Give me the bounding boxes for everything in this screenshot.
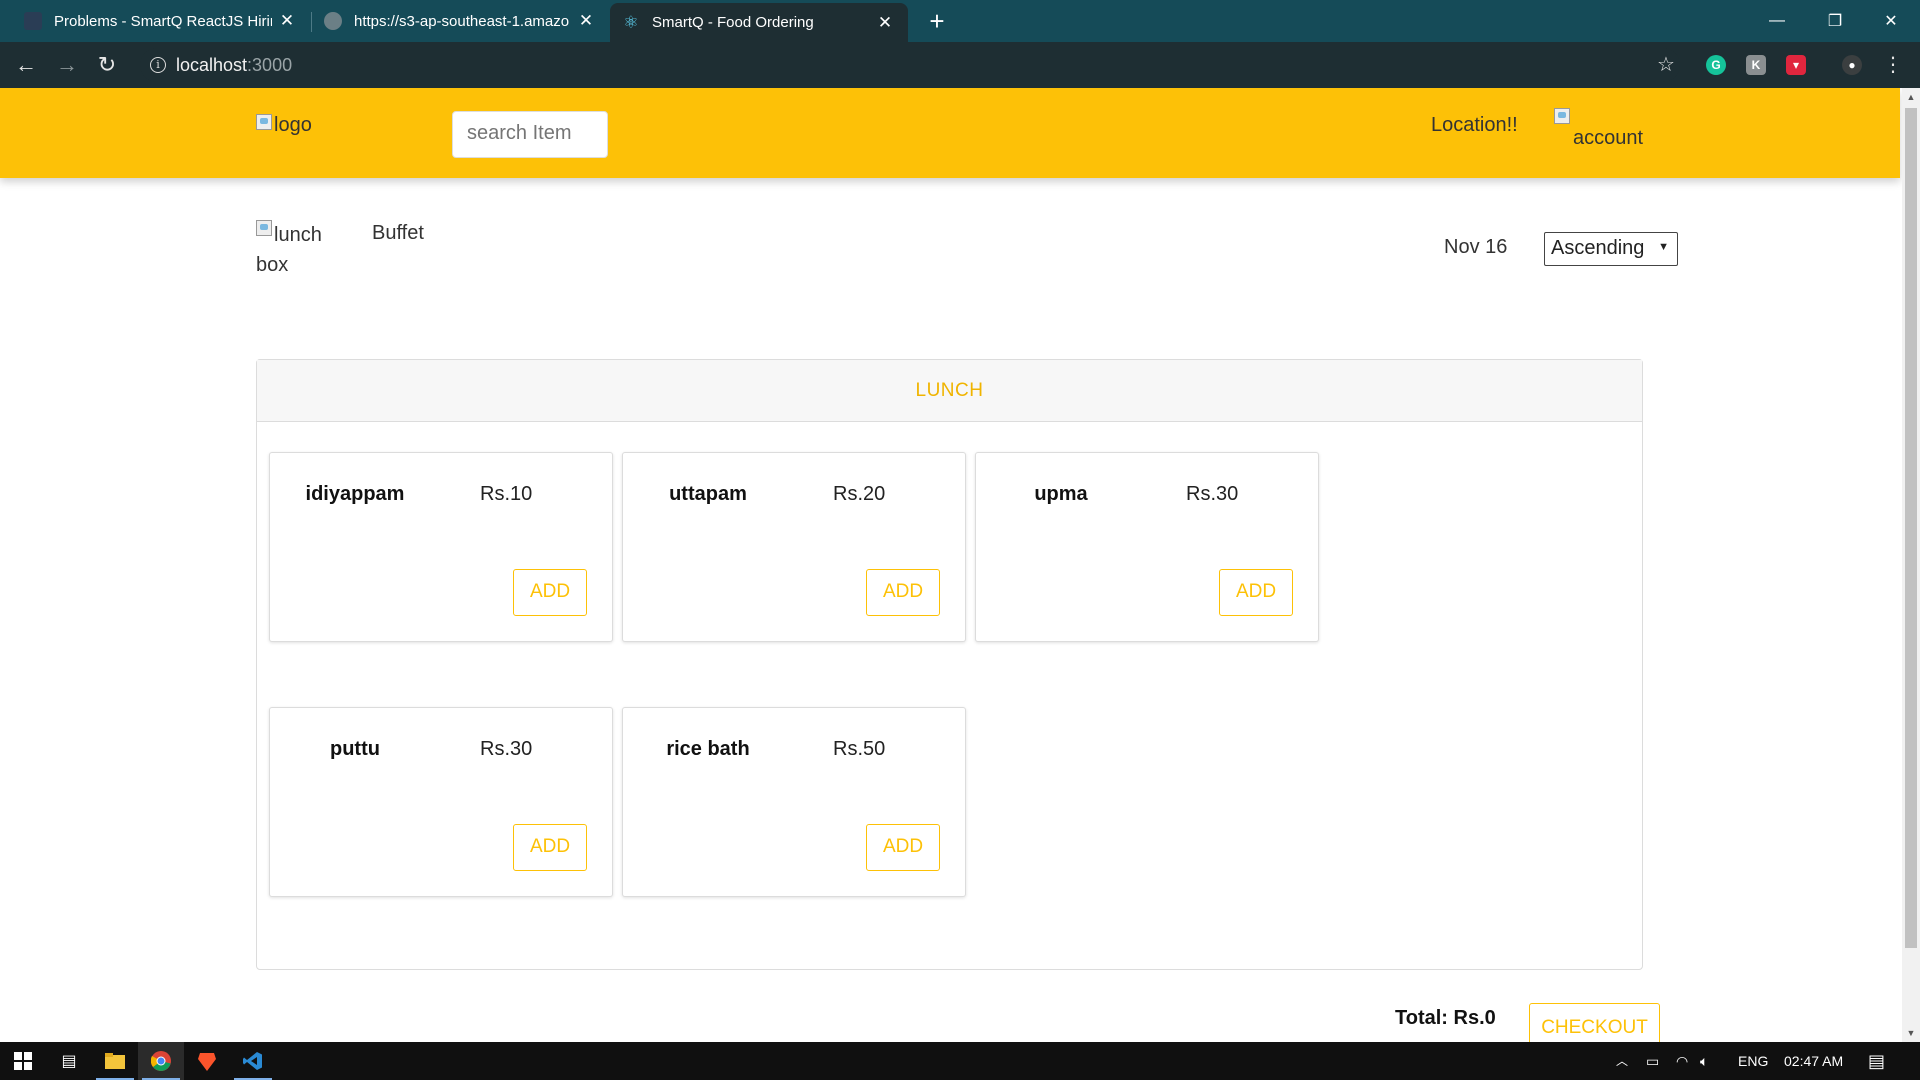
battery-icon[interactable]: ▭ xyxy=(1646,1042,1659,1080)
react-icon: ⚛ xyxy=(623,12,639,32)
food-item-card: rice bath Rs.50 ADD xyxy=(622,707,966,897)
file-explorer-icon[interactable] xyxy=(92,1042,138,1080)
scroll-thumb[interactable] xyxy=(1905,108,1917,948)
item-price: Rs.10 xyxy=(480,483,533,505)
tab-s3[interactable]: https://s3-ap-southeast-1.amazo ✕ xyxy=(312,0,609,42)
food-item-card: idiyappam Rs.10 ADD xyxy=(269,452,613,642)
logo[interactable]: logo xyxy=(256,114,312,137)
vscode-icon[interactable] xyxy=(230,1042,276,1080)
url-port: :3000 xyxy=(247,54,293,75)
menu-section: LUNCH idiyappam Rs.10 ADD uttapam Rs.20 … xyxy=(256,359,1643,970)
broken-image-icon xyxy=(1554,108,1570,124)
reload-icon[interactable]: ↻ xyxy=(91,49,123,81)
food-item-card: upma Rs.30 ADD xyxy=(975,452,1319,642)
wifi-icon[interactable]: ◠ xyxy=(1676,1042,1688,1080)
menu-section-title: LUNCH xyxy=(257,360,1642,422)
account-avatar[interactable]: account xyxy=(1554,108,1674,150)
item-name: rice bath xyxy=(666,738,750,760)
dropdown-arrow-icon: ▼ xyxy=(1658,241,1669,253)
add-button[interactable]: ADD xyxy=(513,569,587,616)
notifications-icon[interactable]: ▤ xyxy=(1868,1042,1885,1080)
profile-icon[interactable]: ● xyxy=(1842,55,1862,75)
windows-taskbar: ▤ ︿ ▭ ◠ 🔈︎ ENG 02:47 AM ▤ xyxy=(0,1042,1920,1080)
checkout-button[interactable]: CHECKOUT xyxy=(1529,1003,1660,1042)
tab-title: https://s3-ap-southeast-1.amazo xyxy=(354,12,570,30)
info-icon[interactable]: i xyxy=(150,57,166,73)
language-indicator[interactable]: ENG xyxy=(1738,1042,1768,1080)
tab-title: SmartQ - Food Ordering xyxy=(652,14,814,31)
restore-button[interactable]: ❐ xyxy=(1806,0,1864,42)
hackerearth-icon xyxy=(24,12,42,30)
task-view-icon[interactable]: ▤ xyxy=(46,1042,92,1080)
lunch-box-image: lunch box xyxy=(256,220,346,280)
date-label: Nov 16 xyxy=(1444,236,1508,258)
url-host: localhost xyxy=(176,54,248,75)
search-input[interactable]: search Item xyxy=(452,111,608,158)
browser-tabstrip: Problems - SmartQ ReactJS Hirin ✕ https:… xyxy=(0,0,1920,42)
minimize-button[interactable]: — xyxy=(1748,0,1806,42)
item-name: puttu xyxy=(330,738,380,760)
add-button[interactable]: ADD xyxy=(866,569,940,616)
new-tab-button[interactable]: + xyxy=(922,6,952,36)
account-alt-text: account xyxy=(1573,127,1644,149)
grammarly-icon[interactable]: G xyxy=(1706,55,1726,75)
item-price: Rs.50 xyxy=(833,738,886,760)
tab-smartq[interactable]: ⚛ SmartQ - Food Ordering ✕ xyxy=(610,3,908,42)
bookmark-star-icon[interactable]: ☆ xyxy=(1650,49,1682,81)
sort-order-select[interactable]: Ascending ▼ xyxy=(1544,232,1678,266)
scroll-up-arrow-icon[interactable]: ▲ xyxy=(1902,88,1920,106)
cart-total: Total: Rs.0 xyxy=(1395,1007,1496,1029)
food-item-card: puttu Rs.30 ADD xyxy=(269,707,613,897)
clock[interactable]: 02:47 AM xyxy=(1784,1042,1843,1080)
pocket-icon[interactable]: ▾ xyxy=(1786,55,1806,75)
extension-icon[interactable]: K xyxy=(1746,55,1766,75)
app-header: logo search Item Location!! account xyxy=(0,88,1900,178)
page-scrollbar[interactable]: ▲ ▼ xyxy=(1902,88,1920,1042)
broken-image-icon xyxy=(256,220,272,236)
tab-problems[interactable]: Problems - SmartQ ReactJS Hirin ✕ xyxy=(0,0,310,42)
forward-icon[interactable]: → xyxy=(51,49,83,81)
page-viewport: logo search Item Location!! account lunc… xyxy=(0,88,1920,1042)
address-bar[interactable]: i localhost:3000 xyxy=(140,48,1680,82)
menu-kebab-icon[interactable]: ⋮ xyxy=(1877,49,1909,81)
windows-start-icon[interactable] xyxy=(0,1042,46,1080)
chrome-icon[interactable] xyxy=(138,1042,184,1080)
item-price: Rs.20 xyxy=(833,483,886,505)
volume-icon[interactable]: 🔈︎ xyxy=(1700,1042,1708,1080)
close-icon[interactable]: ✕ xyxy=(272,11,302,31)
close-icon[interactable]: ✕ xyxy=(571,11,601,31)
item-name: uttapam xyxy=(669,483,747,505)
logo-alt-text: logo xyxy=(274,114,312,136)
food-item-card: uttapam Rs.20 ADD xyxy=(622,452,966,642)
sort-order-value: Ascending xyxy=(1551,237,1645,259)
item-price: Rs.30 xyxy=(480,738,533,760)
tray-expand-icon[interactable]: ︿ xyxy=(1616,1042,1628,1080)
close-icon[interactable]: ✕ xyxy=(870,13,900,33)
add-button[interactable]: ADD xyxy=(866,824,940,871)
item-name: idiyappam xyxy=(305,483,405,505)
close-window-button[interactable]: ✕ xyxy=(1862,0,1920,42)
add-button[interactable]: ADD xyxy=(1219,569,1293,616)
back-icon[interactable]: ← xyxy=(10,49,42,81)
buffet-label: Buffet xyxy=(372,222,424,244)
broken-image-icon xyxy=(256,114,272,130)
brave-icon[interactable] xyxy=(184,1042,230,1080)
browser-toolbar: ← → ↻ i localhost:3000 ☆ G K ▾ ● ⋮ xyxy=(0,42,1920,88)
scroll-down-arrow-icon[interactable]: ▼ xyxy=(1902,1024,1920,1042)
item-name: upma xyxy=(1034,483,1088,505)
add-button[interactable]: ADD xyxy=(513,824,587,871)
tab-title: Problems - SmartQ ReactJS Hirin xyxy=(54,12,272,30)
location-label[interactable]: Location!! xyxy=(1431,114,1518,137)
item-price: Rs.30 xyxy=(1186,483,1239,505)
globe-icon xyxy=(324,12,342,30)
